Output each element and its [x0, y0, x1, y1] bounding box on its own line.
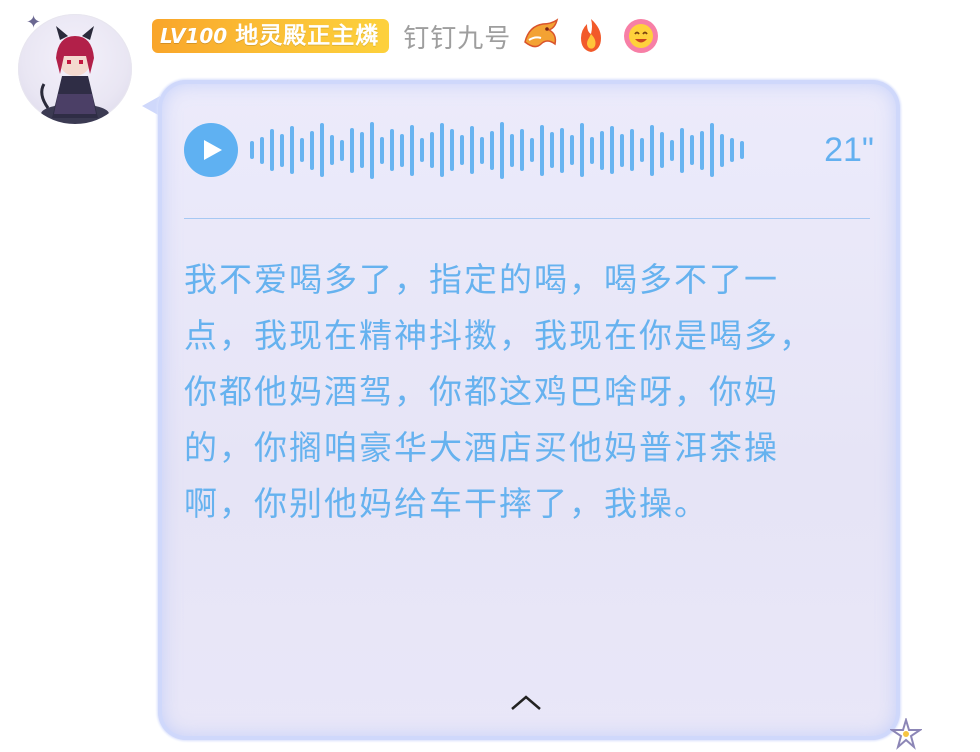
waveform-bar — [540, 124, 544, 176]
voice-duration: 21" — [824, 130, 874, 169]
waveform-bar — [400, 133, 404, 167]
waveform-bar — [370, 121, 374, 179]
voice-player: 21" — [184, 118, 874, 182]
waveform-bar — [480, 136, 484, 164]
waveform-bar — [730, 138, 734, 162]
waveform-bar — [420, 138, 424, 162]
waveform-bar — [320, 123, 324, 177]
star-icon — [890, 718, 922, 750]
voice-message-bubble[interactable]: 21" 我不爱喝多了，指定的喝，喝多不了一点，我现在精神抖擞，我现在你是喝多，你… — [158, 80, 900, 740]
chevron-up-icon — [511, 695, 541, 710]
waveform-bar — [680, 127, 684, 173]
title-badge: 地灵殿正主燐 — [235, 23, 380, 49]
waveform-bar — [690, 135, 694, 165]
waveform-bar — [260, 136, 264, 164]
waveform-bar — [570, 135, 574, 165]
dragon-icon[interactable] — [521, 16, 561, 56]
waveform-bar — [710, 123, 714, 177]
sender-nickname[interactable]: 钉钉九号 — [403, 18, 511, 55]
sparkle-icon: ✦ — [26, 12, 42, 33]
waveform-bar — [610, 126, 614, 174]
voice-transcript: 我不爱喝多了，指定的喝，喝多不了一点，我现在精神抖擞，我现在你是喝多，你都他妈酒… — [184, 260, 814, 523]
waveform-bar — [460, 135, 464, 165]
waveform-bar — [660, 132, 664, 168]
smile-flower-icon[interactable] — [621, 16, 661, 56]
waveform-bar — [650, 124, 654, 176]
waveform-bar — [520, 129, 524, 171]
waveform-bar — [280, 133, 284, 167]
waveform-bar — [600, 130, 604, 170]
fire-icon[interactable] — [571, 16, 611, 56]
waveform-bar — [440, 123, 444, 177]
waveform-bar — [580, 123, 584, 177]
waveform-bar — [550, 132, 554, 168]
waveform-bar — [510, 133, 514, 167]
waveform-bar — [300, 138, 304, 162]
waveform-bar — [670, 139, 674, 161]
waveform-bar — [620, 133, 624, 167]
waveform-bar — [250, 141, 254, 159]
waveform-bar — [530, 138, 534, 162]
waveform-bar — [270, 129, 274, 171]
message-header: LV100 地灵殿正主燐 钉钉九号 — [152, 14, 661, 58]
waveform-bar — [490, 130, 494, 170]
waveform-bar — [430, 132, 434, 168]
level-title-badge[interactable]: LV100 地灵殿正主燐 — [152, 19, 390, 53]
waveform-bar — [640, 138, 644, 162]
divider — [184, 218, 870, 219]
waveform-bar — [330, 135, 334, 165]
audio-waveform[interactable] — [250, 118, 800, 182]
waveform-bar — [310, 130, 314, 170]
waveform-bar — [590, 136, 594, 164]
waveform-bar — [360, 132, 364, 168]
waveform-bar — [410, 124, 414, 176]
waveform-bar — [560, 127, 564, 173]
collapse-button[interactable] — [504, 688, 548, 718]
waveform-bar — [390, 129, 394, 171]
waveform-bar — [290, 126, 294, 174]
level-badge: LV100 — [160, 24, 228, 48]
waveform-bar — [720, 133, 724, 167]
waveform-bar — [380, 136, 384, 164]
waveform-bar — [340, 139, 344, 161]
waveform-bar — [700, 130, 704, 170]
waveform-bar — [350, 127, 354, 173]
waveform-bar — [500, 121, 504, 179]
play-icon — [204, 140, 222, 160]
waveform-bar — [740, 141, 744, 159]
waveform-bar — [450, 129, 454, 171]
waveform-bar — [470, 126, 474, 174]
play-button[interactable] — [184, 123, 238, 177]
waveform-bar — [630, 129, 634, 171]
